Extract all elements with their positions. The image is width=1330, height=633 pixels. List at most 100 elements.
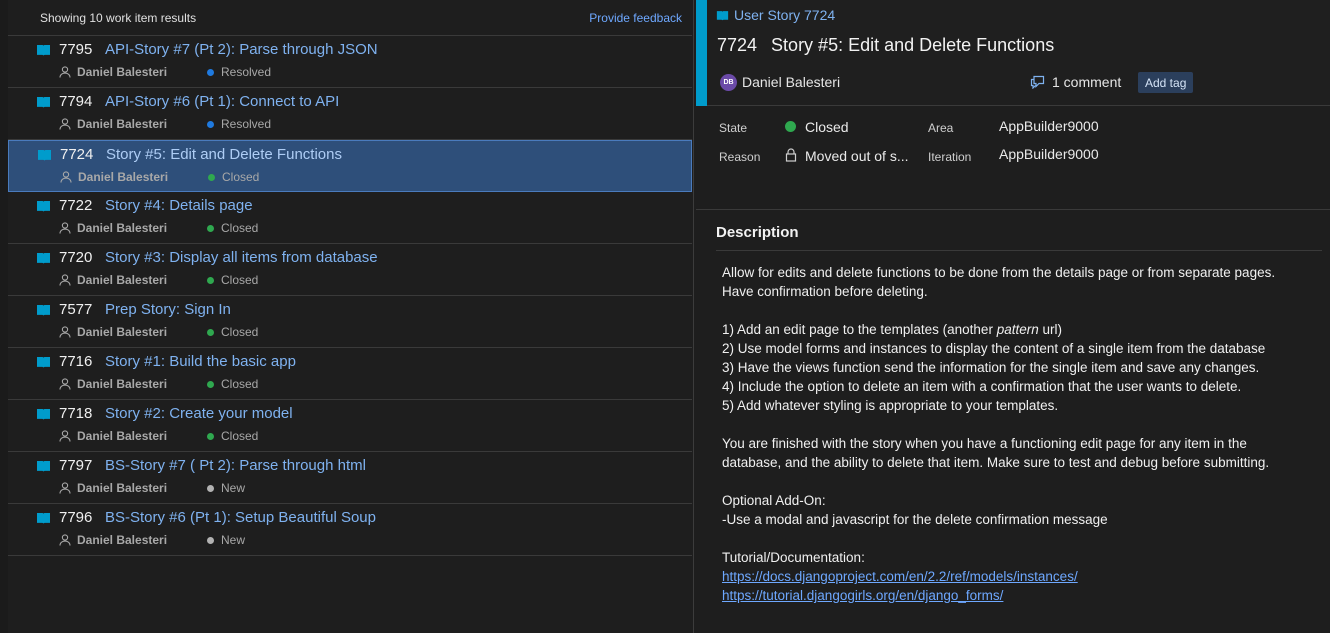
lock-icon — [785, 148, 797, 162]
state-dot — [207, 277, 214, 284]
work-item-type-label: User Story 7724 — [734, 7, 836, 23]
description-line: 2) Use model forms and instances to disp… — [722, 341, 1266, 356]
work-item-title[interactable]: BS-Story #7 ( Pt 2): Parse through html — [105, 457, 366, 474]
description-line: database, and the ability to delete that… — [722, 455, 1270, 470]
state-dot — [207, 381, 214, 388]
emphasis-text: pattern — [996, 322, 1039, 337]
area-value[interactable]: AppBuilder9000 — [999, 118, 1099, 134]
comments-link[interactable]: 1 comment — [1030, 74, 1121, 90]
work-item-title[interactable]: API-Story #7 (Pt 2): Parse through JSON — [105, 41, 378, 58]
user-story-icon — [37, 305, 50, 316]
person-icon — [59, 430, 71, 442]
work-item-state: Resolved — [221, 117, 272, 131]
work-item-id: 7795 — [59, 41, 93, 58]
docs-link[interactable]: https://docs.djangoproject.com/en/2.2/re… — [722, 569, 1078, 584]
work-item-assignee: Daniel Balesteri — [77, 65, 168, 79]
work-item-title[interactable]: BS-Story #6 (Pt 1): Setup Beautiful Soup — [105, 509, 376, 526]
description-line: -Use a modal and javascript for the dele… — [722, 512, 1108, 527]
avatar: DB — [720, 74, 737, 91]
work-item-state: Closed — [221, 429, 259, 443]
work-item-heading-id: 7724 — [717, 35, 758, 55]
user-story-icon — [38, 150, 51, 161]
user-story-icon — [37, 461, 50, 472]
reason-label: Reason — [719, 150, 761, 164]
work-item-title[interactable]: Prep Story: Sign In — [105, 301, 231, 318]
work-item-assignee: Daniel Balesteri — [77, 377, 168, 391]
work-item-state: Closed — [221, 377, 259, 391]
reason-value[interactable]: Moved out of s... — [805, 148, 909, 164]
work-item-assignee: Daniel Balesteri — [77, 325, 168, 339]
comments-count: 1 comment — [1052, 74, 1122, 90]
work-item-title[interactable]: Story #3: Display all items from databas… — [105, 249, 378, 266]
work-item-assignee: Daniel Balesteri — [77, 221, 168, 235]
state-dot — [208, 174, 215, 181]
user-story-icon — [37, 97, 50, 108]
person-icon — [59, 378, 71, 390]
iteration-value[interactable]: AppBuilder9000 — [999, 146, 1099, 162]
work-item-id: 7718 — [59, 405, 93, 422]
user-story-icon — [716, 10, 729, 20]
work-item-state: New — [221, 533, 246, 547]
work-item-heading[interactable]: 7724 Story #5: Edit and Delete Functions — [717, 35, 1054, 56]
provide-feedback-link[interactable]: Provide feedback — [589, 11, 682, 25]
state-dot — [207, 225, 214, 232]
pane-edge — [0, 0, 8, 633]
work-item-state: Resolved — [221, 65, 272, 79]
person-icon — [59, 222, 71, 234]
tutorial-link[interactable]: https://tutorial.djangogirls.org/en/djan… — [722, 588, 1003, 603]
user-story-icon — [37, 253, 50, 264]
work-item-id: 7796 — [59, 509, 93, 526]
type-color-bar — [696, 0, 707, 106]
iteration-label: Iteration — [928, 150, 972, 164]
work-item-title[interactable]: Story #5: Edit and Delete Functions — [106, 146, 342, 163]
work-item-title[interactable]: Story #4: Details page — [105, 197, 253, 214]
work-item-type[interactable]: User Story 7724 — [716, 7, 835, 23]
work-item-title[interactable]: API-Story #6 (Pt 1): Connect to API — [105, 93, 339, 110]
assigned-to[interactable]: Daniel Balesteri — [742, 74, 840, 90]
description-editor[interactable]: Allow for edits and delete functions to … — [722, 263, 1322, 605]
description-line: 1) Add an edit page to the templates (an… — [722, 322, 1062, 337]
description-line: Allow for edits and delete functions to … — [722, 265, 1276, 280]
person-icon — [59, 534, 71, 546]
work-item-assignee: Daniel Balesteri — [77, 533, 168, 547]
description-line: 3) Have the views function send the info… — [722, 360, 1260, 375]
state-dot — [785, 121, 796, 132]
work-item-row[interactable]: 7795 API-Story #7 (Pt 2): Parse through … — [8, 36, 692, 88]
work-item-fields: State Closed Reason Moved out of s... Ar… — [696, 106, 1330, 210]
work-item-row[interactable]: 7718 Story #2: Create your model Daniel … — [8, 400, 692, 452]
work-item-row[interactable]: 7794 API-Story #6 (Pt 1): Connect to API… — [8, 88, 692, 140]
work-item-row[interactable]: 7724 Story #5: Edit and Delete Functions… — [8, 140, 692, 192]
work-item-row[interactable]: 7577 Prep Story: Sign In Daniel Balester… — [8, 296, 692, 348]
work-item-assignee: Daniel Balesteri — [77, 117, 168, 131]
state-dot — [207, 485, 214, 492]
work-item-assignee: Daniel Balesteri — [77, 429, 168, 443]
work-item-row[interactable]: 7796 BS-Story #6 (Pt 1): Setup Beautiful… — [8, 504, 692, 556]
description-line: 5) Add whatever styling is appropriate t… — [722, 398, 1059, 413]
work-item-assignee: Daniel Balesteri — [77, 481, 168, 495]
description-line: Optional Add-On: — [722, 493, 826, 508]
add-tag-button[interactable]: Add tag — [1138, 72, 1194, 93]
user-story-icon — [37, 409, 50, 420]
work-item-row[interactable]: 7716 Story #1: Build the basic app Danie… — [8, 348, 692, 400]
area-label: Area — [928, 121, 954, 135]
state-dot — [207, 537, 214, 544]
person-icon — [59, 274, 71, 286]
results-count: Showing 10 work item results — [40, 10, 197, 25]
work-item-assignee: Daniel Balesteri — [78, 170, 169, 184]
work-item-title[interactable]: Story #2: Create your model — [105, 405, 293, 422]
work-item-header: User Story 7724 7724 Story #5: Edit and D… — [696, 0, 1330, 106]
work-item-state: Closed — [221, 273, 259, 287]
work-item-row[interactable]: 7722 Story #4: Details page Daniel Bales… — [8, 192, 692, 244]
results-header: Showing 10 work item results Provide fee… — [8, 0, 692, 36]
work-item-detail: User Story 7724 7724 Story #5: Edit and D… — [696, 0, 1330, 633]
work-item-state: Closed — [221, 221, 259, 235]
work-item-row[interactable]: 7797 BS-Story #7 ( Pt 2): Parse through … — [8, 452, 692, 504]
description-section: Description Allow for edits and delete f… — [696, 210, 1330, 633]
work-item-heading-title: Story #5: Edit and Delete Functions — [771, 35, 1055, 55]
user-story-icon — [37, 201, 50, 212]
person-icon — [60, 171, 72, 183]
work-item-title[interactable]: Story #1: Build the basic app — [105, 353, 296, 370]
state-value[interactable]: Closed — [805, 119, 849, 135]
work-item-row[interactable]: 7720 Story #3: Display all items from da… — [8, 244, 692, 296]
person-icon — [59, 326, 71, 338]
